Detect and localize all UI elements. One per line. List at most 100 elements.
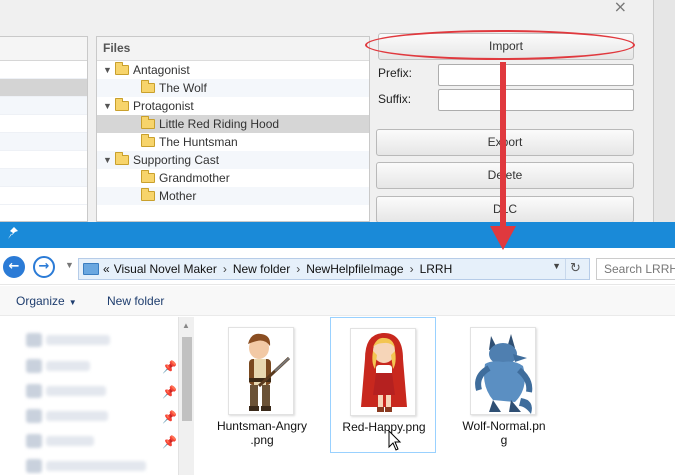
nav-item-icon [26, 409, 42, 423]
nav-item-blurred[interactable] [46, 335, 110, 345]
list-item[interactable] [0, 133, 87, 151]
expand-chevron-icon[interactable]: ▼ [103, 151, 112, 169]
file-thumbnail [350, 328, 416, 416]
expand-chevron-icon[interactable]: ▼ [103, 61, 112, 79]
nav-pane-scrollbar[interactable]: ▲ [178, 317, 194, 475]
pin-icon: 📌 [162, 360, 177, 374]
file-item-huntsman[interactable]: Huntsman-Angry .png [209, 317, 315, 453]
list-item[interactable] [0, 79, 87, 97]
window-titlebar: × [0, 0, 655, 16]
expand-chevron-icon[interactable]: ▼ [103, 97, 112, 115]
chevron-down-icon: ▼ [68, 298, 77, 307]
folder-icon [115, 62, 129, 75]
folder-icon [141, 116, 155, 129]
folder-icon [115, 152, 129, 165]
breadcrumb-chevron-icon[interactable]: › [223, 262, 227, 276]
tree-item-label: The Wolf [159, 81, 207, 95]
suffix-field[interactable] [438, 89, 634, 111]
tree-item[interactable]: Little Red Riding Hood [97, 115, 369, 133]
scroll-up-icon[interactable]: ▲ [182, 321, 190, 330]
command-bar: Organize ▼ New folder [0, 286, 675, 316]
category-list [0, 36, 88, 222]
address-dropdown-chevron-icon[interactable]: ▼ [552, 261, 561, 271]
navigation-pane: 📌 📌 📌 📌 [0, 317, 194, 475]
file-thumbnail [470, 327, 536, 415]
file-name-line: Red-Happy.png [342, 420, 426, 434]
nav-item-blurred[interactable] [46, 386, 106, 396]
nav-item-icon [26, 459, 42, 473]
delete-button[interactable]: Delete [376, 162, 634, 189]
file-name-line: Huntsman-Angry [216, 419, 308, 433]
file-item-wolf-normal[interactable]: Wolf-Normal.pn g [451, 317, 557, 453]
breadcrumb-chevron-icon[interactable]: › [410, 262, 414, 276]
file-list: Huntsman-Angry .png Red-Happy.png Wolf-N… [195, 317, 675, 475]
file-name-line: .png [250, 433, 274, 447]
huntsman-character-image [248, 333, 291, 411]
explorer-titlebar [0, 222, 675, 248]
nav-item-icon [26, 384, 42, 398]
file-name: Wolf-Normal.pn g [451, 419, 557, 447]
quick-access-icon[interactable] [8, 227, 18, 242]
close-icon[interactable]: × [614, 0, 627, 16]
new-folder-button[interactable]: New folder [107, 294, 164, 308]
nav-item-icon [26, 359, 42, 373]
tree-item[interactable]: The Huntsman [97, 133, 369, 151]
nav-item-icon [26, 333, 42, 347]
tree-item[interactable]: Grandmother [97, 169, 369, 187]
search-input[interactable]: Search LRRH [596, 258, 675, 280]
breadcrumb-item[interactable]: New folder [233, 262, 290, 276]
list-item[interactable] [0, 97, 87, 115]
folder-icon [141, 170, 155, 183]
list-item[interactable] [0, 187, 87, 205]
breadcrumb-item[interactable]: LRRH [420, 262, 453, 276]
export-button[interactable]: Export [376, 129, 634, 156]
nav-item-blurred[interactable] [46, 361, 90, 371]
prefix-field[interactable] [438, 64, 634, 86]
tree-item[interactable]: ▼ Antagonist [97, 61, 369, 79]
address-bar[interactable]: « Visual Novel Maker › New folder › NewHelpfi… [78, 258, 590, 280]
annotation-highlight-ellipse [365, 30, 635, 60]
list-item[interactable] [0, 115, 87, 133]
recent-locations-chevron-icon[interactable]: ▼ [65, 260, 74, 270]
files-header: Files [97, 37, 369, 61]
file-item-red-happy[interactable]: Red-Happy.png [330, 317, 436, 453]
organize-menu[interactable]: Organize ▼ [16, 294, 77, 308]
file-name-line: Wolf-Normal.pn [462, 419, 546, 433]
folder-icon [141, 134, 155, 147]
suffix-label: Suffix: [378, 92, 412, 106]
mouse-cursor-icon [388, 430, 402, 451]
tree-item[interactable]: ▼ Protagonist [97, 97, 369, 115]
file-name: Huntsman-Angry .png [209, 419, 315, 447]
tree-item[interactable]: The Wolf [97, 79, 369, 97]
dlc-button[interactable]: DLC [376, 196, 634, 223]
tree-item[interactable]: Mother [97, 187, 369, 205]
list-item[interactable] [0, 151, 87, 169]
list-item[interactable] [0, 169, 87, 187]
nav-item-blurred[interactable] [46, 411, 108, 421]
folder-icon [115, 98, 129, 111]
tree-item[interactable]: ▼ Supporting Cast [97, 151, 369, 169]
window-edge [653, 0, 675, 222]
scrollbar-thumb[interactable] [182, 337, 192, 421]
list-item[interactable] [0, 61, 87, 79]
screenshot-root: × Files ▼ Antagonist The Wolf ▼ Protagonist L… [0, 0, 675, 475]
breadcrumb-item[interactable]: Visual Novel Maker [114, 262, 217, 276]
nav-item-blurred[interactable] [46, 461, 146, 471]
tree-item-label: Grandmother [159, 171, 230, 185]
breadcrumb-chevron-icon[interactable]: › [296, 262, 300, 276]
pin-icon: 📌 [162, 385, 177, 399]
back-button[interactable]: ← [3, 256, 25, 278]
refresh-icon[interactable]: ↻ [565, 259, 585, 279]
file-name: Red-Happy.png [331, 420, 437, 434]
breadcrumb-item[interactable]: NewHelpfileImage [306, 262, 403, 276]
pin-icon: 📌 [162, 435, 177, 449]
category-list-header [0, 37, 87, 61]
forward-button[interactable]: → [33, 256, 55, 278]
nav-item-icon [26, 434, 42, 448]
nav-item-blurred[interactable] [46, 436, 94, 446]
organize-label: Organize [16, 294, 65, 308]
tree-item-label: Little Red Riding Hood [159, 117, 280, 131]
folder-icon [83, 263, 99, 275]
breadcrumb-overflow[interactable]: « [103, 262, 110, 276]
pin-icon: 📌 [162, 410, 177, 424]
